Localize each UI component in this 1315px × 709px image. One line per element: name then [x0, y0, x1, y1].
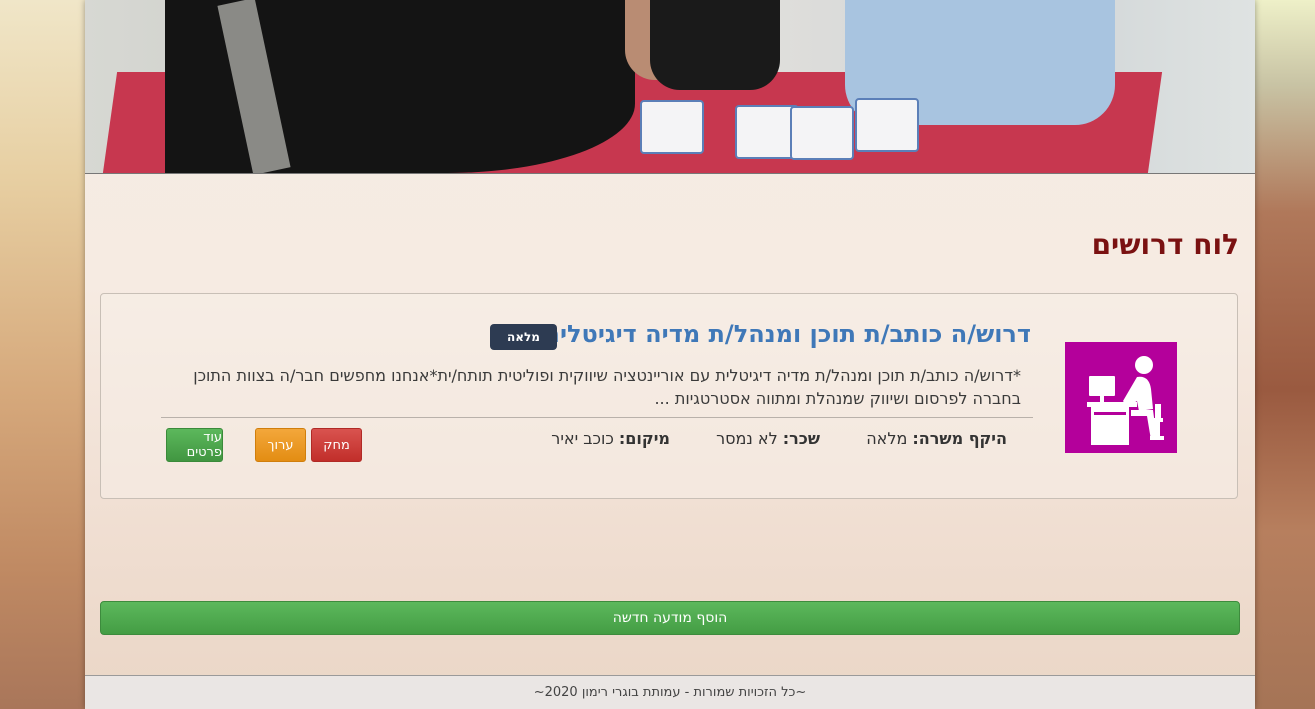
page-container: לוח דרושים דרוש/ה כותב/ת תוכן ומנהל/ת מד…	[85, 0, 1255, 709]
background-desert-right	[1255, 0, 1315, 709]
delete-button[interactable]: מחק	[311, 428, 362, 462]
hero-person	[650, 0, 780, 90]
job-salary-value: לא נמסר	[716, 429, 778, 448]
job-scope: היקף משרה: מלאה	[866, 429, 1007, 448]
footer-text: ~כל הזכויות שמורות - עמותת בוגרי רימון 2…	[533, 685, 807, 700]
job-title[interactable]: דרוש/ה כותב/ת תוכן ומנהל/ת מדיה דיגיטלית	[544, 320, 1031, 348]
job-description: *דרוש/ה כותב/ת תוכן ומנהל/ת מדיה דיגיטלי…	[193, 366, 1021, 408]
hero-card	[640, 100, 704, 154]
job-type-badge: מלאה	[490, 324, 557, 350]
more-details-button[interactable]: עוד פרטים	[166, 428, 223, 462]
footer: ~כל הזכויות שמורות - עמותת בוגרי רימון 2…	[85, 675, 1255, 709]
hero-image	[85, 0, 1255, 174]
job-salary-label: שכר:	[782, 429, 820, 448]
job-listing-card: דרוש/ה כותב/ת תוכן ומנהל/ת מדיה דיגיטלית…	[100, 293, 1238, 499]
edit-button[interactable]: ערוך	[255, 428, 306, 462]
job-location-label: מיקום:	[618, 429, 670, 448]
job-salary: שכר: לא נמסר	[716, 429, 820, 448]
page-title: לוח דרושים	[1091, 228, 1239, 261]
job-scope-value: מלאה	[866, 429, 908, 448]
background-desert-left	[0, 0, 85, 709]
office-worker-icon	[1065, 342, 1177, 453]
job-scope-label: היקף משרה:	[912, 429, 1007, 448]
divider	[161, 417, 1033, 418]
hero-card	[790, 106, 854, 160]
hero-cards	[640, 98, 1030, 160]
job-location-value: כוכב יאיר	[551, 429, 614, 448]
add-listing-button[interactable]: הוסף מודעה חדשה	[100, 601, 1240, 635]
hero-card	[855, 98, 919, 152]
job-location: מיקום: כוכב יאיר	[551, 429, 670, 448]
